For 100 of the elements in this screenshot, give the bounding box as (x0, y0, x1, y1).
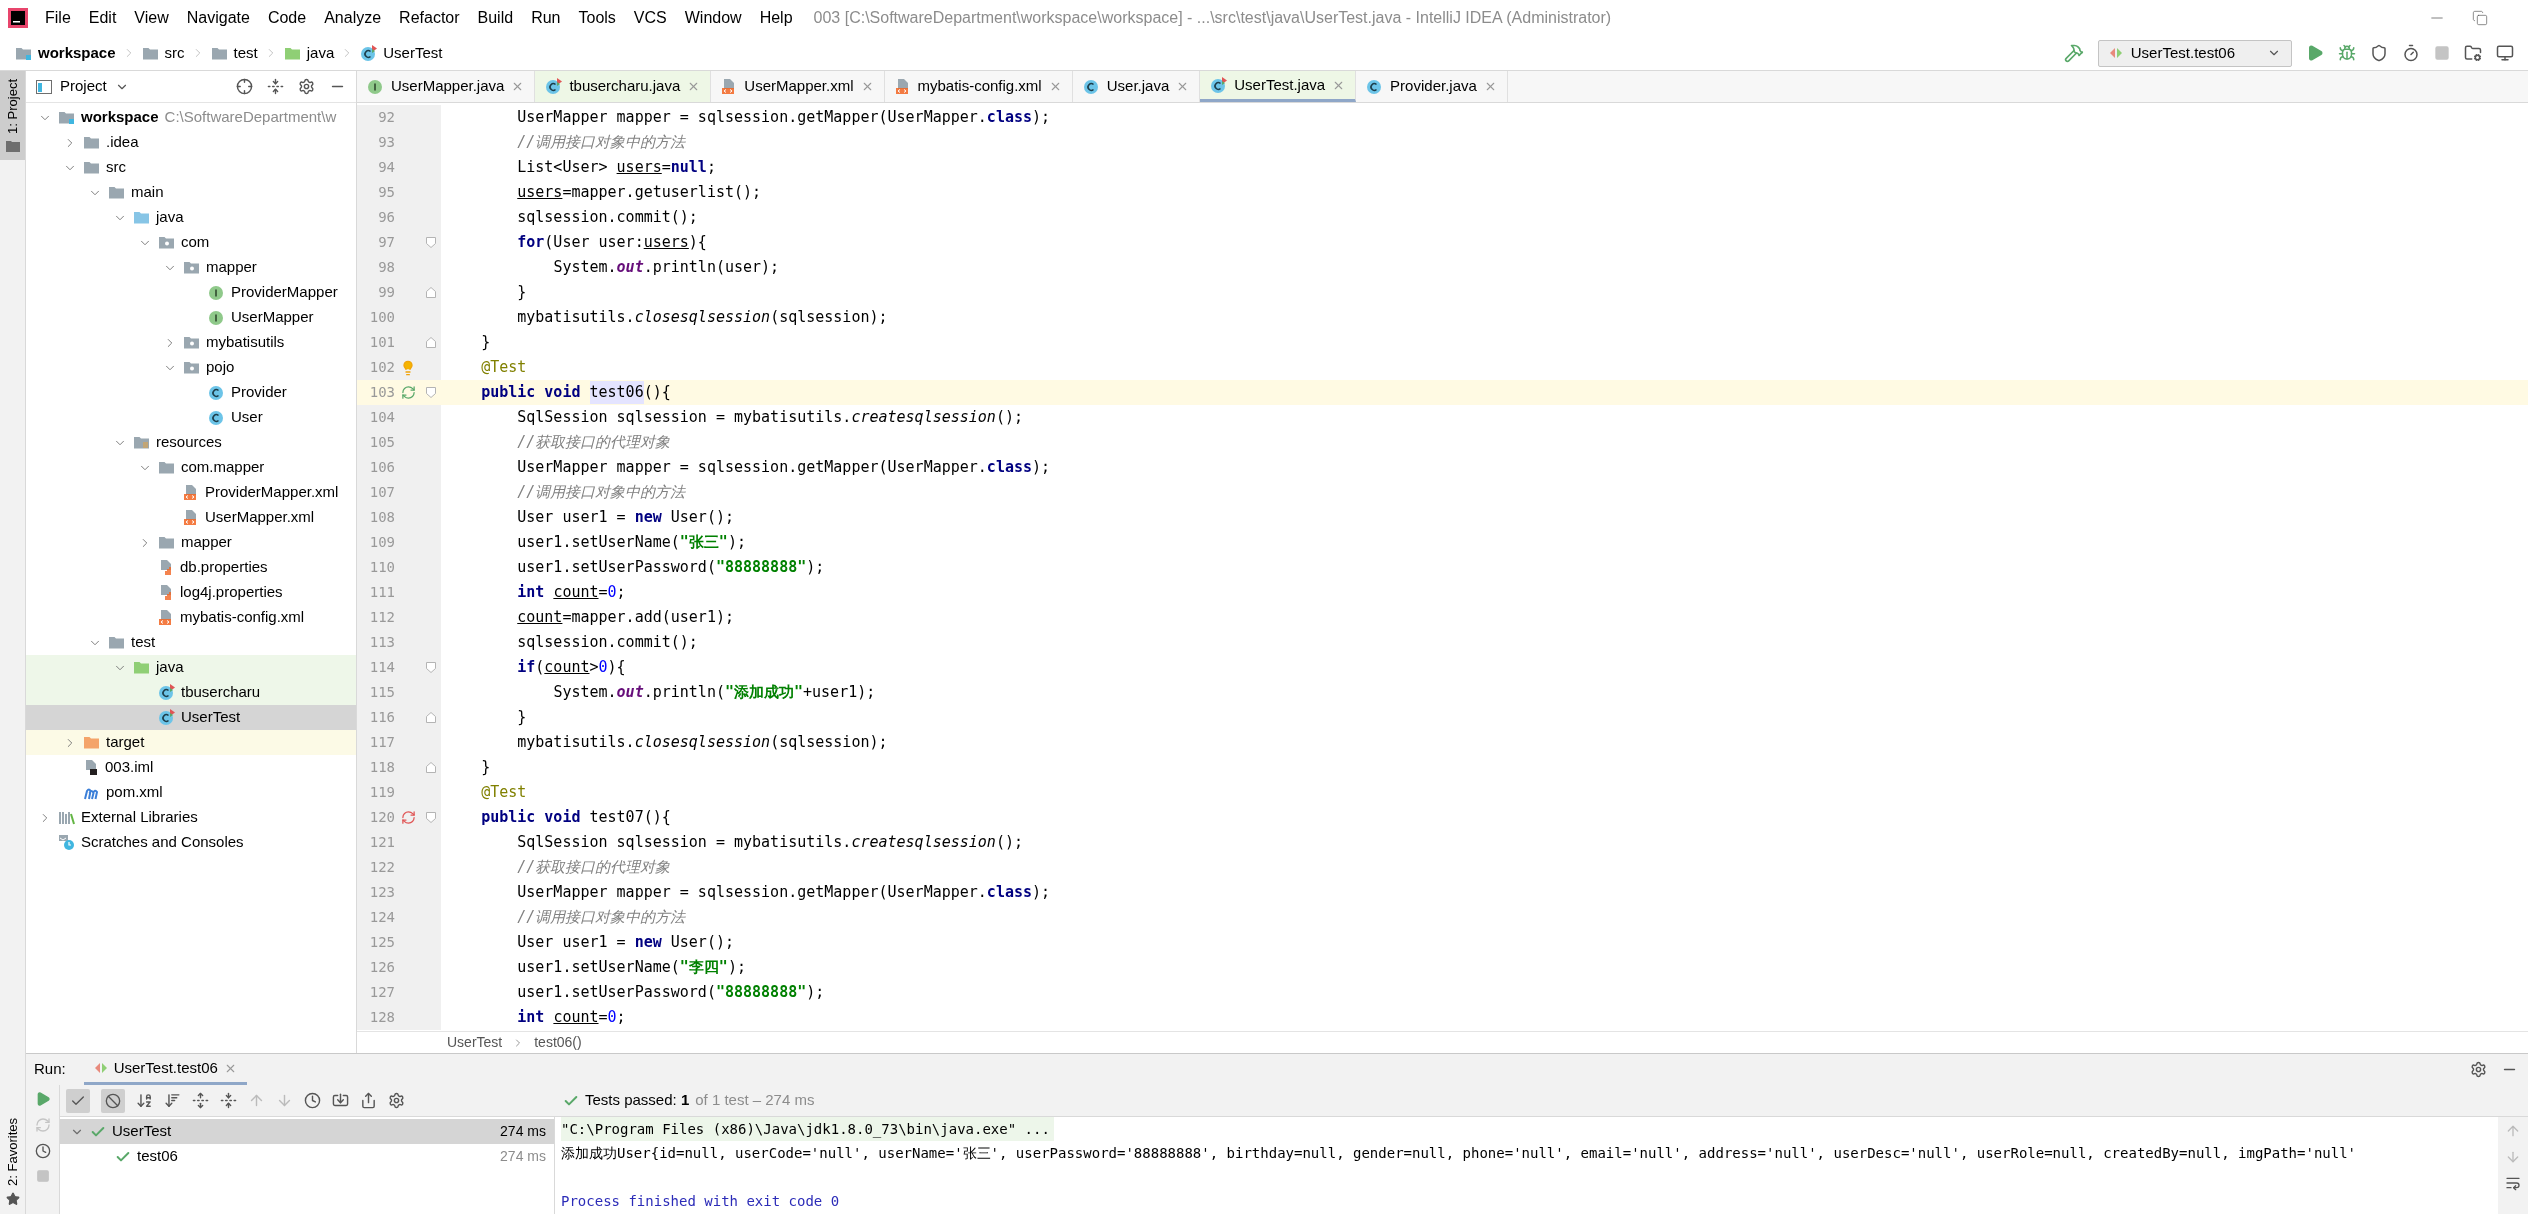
breadcrumb-item[interactable]: UserTest (447, 1032, 503, 1053)
tree-item[interactable]: UserMapper (26, 305, 356, 330)
show-passed-toggle[interactable] (66, 1088, 90, 1113)
test-tree-item[interactable]: test06 274 ms (60, 1144, 554, 1169)
tree-item[interactable]: main (26, 180, 356, 205)
tree-item[interactable]: log4j.properties (26, 580, 356, 605)
auto-test-icon[interactable] (34, 1143, 51, 1159)
tree-item[interactable]: .idea (26, 130, 356, 155)
tree-item[interactable]: java (26, 655, 356, 680)
menu-item[interactable]: Edit (79, 2, 126, 34)
menu-item[interactable]: View (125, 2, 178, 34)
settings-icon[interactable] (388, 1092, 405, 1109)
tree-item[interactable]: mapper (26, 530, 356, 555)
test-tree-item[interactable]: UserTest 274 ms (60, 1119, 554, 1144)
arrow-down-icon[interactable] (276, 1092, 293, 1109)
menu-item[interactable]: File (36, 2, 80, 34)
breadcrumb-item[interactable]: src (164, 41, 185, 65)
tool-window-button[interactable]: 1: Project (0, 71, 25, 160)
tree-item[interactable]: src (26, 155, 356, 180)
collapse-all-icon[interactable] (267, 78, 284, 95)
tree-item[interactable]: External Libraries (26, 805, 356, 830)
export-icon[interactable] (360, 1092, 377, 1109)
fold-marker-icon[interactable] (426, 337, 436, 348)
panel-title[interactable]: Project (60, 75, 107, 98)
tree-item[interactable]: com.mapper (26, 455, 356, 480)
tree-item[interactable]: UserTest (26, 705, 356, 730)
project-structure-icon[interactable] (2464, 44, 2482, 62)
stop-icon[interactable] (2434, 45, 2450, 61)
tree-item[interactable]: com (26, 230, 356, 255)
breadcrumb-item[interactable]: UserTest (383, 41, 443, 65)
stop-icon[interactable] (35, 1169, 50, 1183)
tree-item[interactable]: test (26, 630, 356, 655)
restore-icon[interactable] (2472, 10, 2488, 26)
menu-item[interactable]: Help (750, 2, 802, 34)
breadcrumb-item[interactable]: java (306, 41, 335, 65)
tree-item[interactable]: tbusercharu (26, 680, 356, 705)
tool-window-button[interactable]: 2: Favorites (0, 1110, 25, 1214)
menu-item[interactable]: Navigate (177, 2, 259, 34)
scroll-up-icon[interactable] (2505, 1123, 2521, 1139)
app-logo-icon[interactable] (8, 8, 28, 28)
fold-marker-icon[interactable] (426, 287, 436, 298)
breadcrumb-item[interactable]: workspace (38, 41, 116, 65)
fold-marker-icon[interactable] (426, 812, 436, 823)
tree-item[interactable]: mybatisutils (26, 330, 356, 355)
run-failed-icon[interactable] (400, 810, 416, 825)
fold-marker-icon[interactable] (426, 237, 436, 248)
editor-tab[interactable]: tbusercharu.java (535, 71, 712, 102)
fold-marker-icon[interactable] (426, 712, 436, 723)
tree-item[interactable]: resources (26, 430, 356, 455)
sort-alpha-icon[interactable] (136, 1092, 153, 1109)
menu-item[interactable]: Refactor (390, 2, 469, 34)
menu-item[interactable]: Run (522, 2, 570, 34)
menu-item[interactable]: Code (258, 2, 316, 34)
tree-item[interactable]: Provider (26, 380, 356, 405)
history-icon[interactable] (304, 1092, 321, 1109)
tree-item[interactable]: UserMapper.xml (26, 505, 356, 530)
breadcrumb-item[interactable]: test06() (534, 1032, 582, 1053)
coverage-icon[interactable] (2370, 44, 2388, 62)
tree-item[interactable]: java (26, 205, 356, 230)
editor-tab[interactable]: UserMapper.xml (711, 71, 885, 102)
run-icon[interactable] (2306, 44, 2324, 62)
editor-tab[interactable]: UserTest.java (1200, 71, 1357, 102)
tree-item[interactable]: db.properties (26, 555, 356, 580)
tree-item[interactable]: User (26, 405, 356, 430)
sort-duration-icon[interactable] (164, 1092, 181, 1109)
breadcrumb-item[interactable]: test (233, 41, 258, 65)
menu-item[interactable]: Build (468, 2, 523, 34)
tree-item[interactable]: pom.xml (26, 780, 356, 805)
run-tab[interactable]: UserTest.test06 (83, 1054, 247, 1085)
tree-item[interactable]: Scratches and Consoles (26, 830, 356, 855)
fold-marker-icon[interactable] (426, 762, 436, 773)
menu-item[interactable]: Window (675, 2, 751, 34)
import-icon[interactable] (332, 1092, 349, 1109)
lightbulb-icon[interactable] (400, 359, 416, 376)
fold-marker-icon[interactable] (426, 662, 436, 673)
collapse-all-icon[interactable] (220, 1092, 237, 1109)
locate-icon[interactable] (236, 78, 253, 95)
menu-item[interactable]: VCS (624, 2, 676, 34)
hammer-icon[interactable] (2063, 43, 2084, 63)
soft-wrap-icon[interactable] (2505, 1175, 2521, 1191)
tree-item[interactable]: mybatis-config.xml (26, 605, 356, 630)
run-config-dropdown[interactable]: UserTest.test06 (2097, 39, 2292, 67)
tree-item[interactable]: workspace C:\SoftwareDepartment\w (26, 105, 356, 130)
editor-tab[interactable]: mybatis-config.xml (884, 71, 1073, 102)
arrow-up-icon[interactable] (248, 1092, 265, 1109)
scroll-down-icon[interactable] (2505, 1149, 2521, 1165)
presentation-icon[interactable] (2496, 44, 2514, 62)
settings-icon[interactable] (298, 78, 315, 95)
rerun-failed-icon[interactable] (34, 1117, 51, 1133)
editor-tab[interactable]: Provider.java (1356, 71, 1508, 102)
tree-item[interactable]: mapper (26, 255, 356, 280)
fold-marker-icon[interactable] (426, 387, 436, 398)
run-passed-icon[interactable] (400, 385, 416, 400)
tree-item[interactable]: 003.iml (26, 755, 356, 780)
tree-item[interactable]: ProviderMapper (26, 280, 356, 305)
show-ignored-toggle[interactable] (101, 1088, 125, 1113)
debug-icon[interactable] (2338, 44, 2356, 62)
tree-item[interactable]: ProviderMapper.xml (26, 480, 356, 505)
profiler-icon[interactable] (2402, 44, 2420, 62)
menu-item[interactable]: Analyze (315, 2, 391, 34)
